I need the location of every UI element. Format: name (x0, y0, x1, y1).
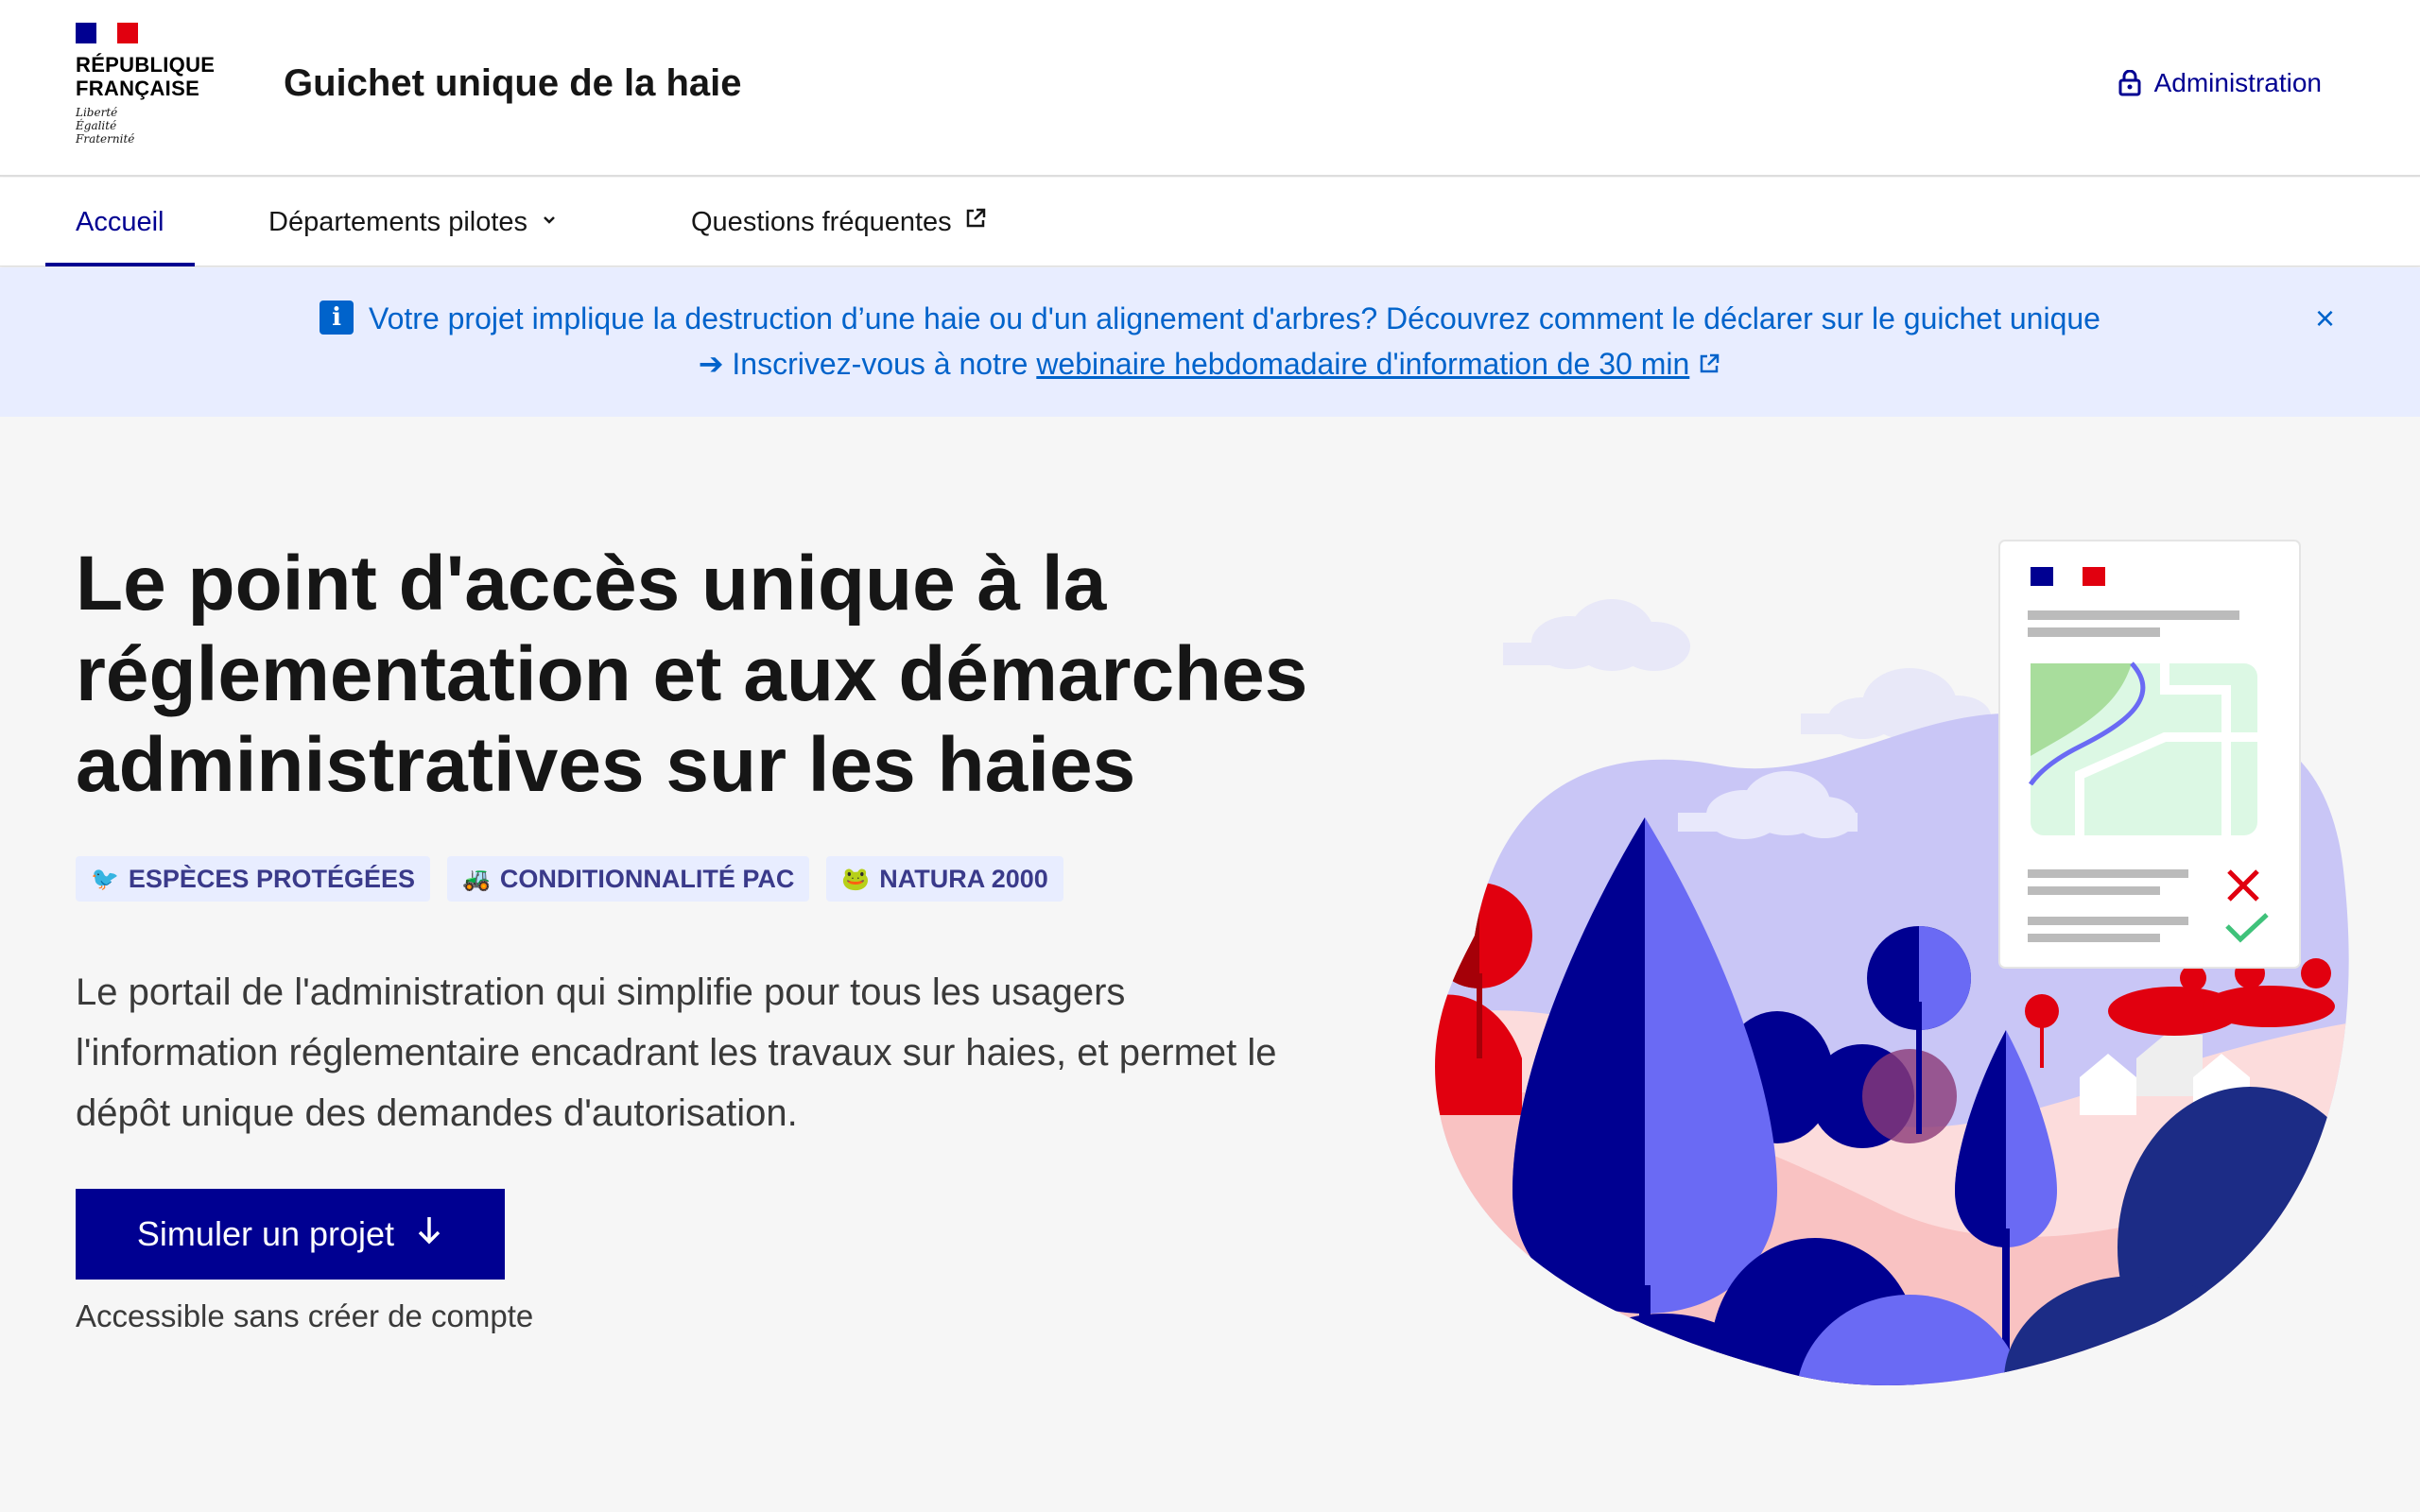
document-card (1998, 540, 2301, 969)
page-title: Le point d'accès unique à la réglementat… (76, 541, 1308, 808)
simuler-projet-button[interactable]: Simuler un projet (76, 1189, 505, 1280)
chevron-down-icon (539, 207, 560, 238)
logo-text: RÉPUBLIQUE FRANÇAISE (76, 53, 216, 100)
administration-label: Administration (2153, 68, 2322, 97)
site-title[interactable]: Guichet unique de la haie (284, 62, 742, 105)
motto-egalite: Égalité (76, 119, 117, 132)
french-flag-icon (76, 23, 138, 43)
lock-icon (2118, 70, 2141, 96)
nav-item-accueil[interactable]: Accueil (45, 178, 194, 266)
tractor-icon: 🚜 (461, 866, 491, 892)
cta-subtitle: Accessible sans créer de compte (76, 1298, 534, 1333)
arrow-down-icon (415, 1214, 443, 1255)
nav-item-label: Départements pilotes (268, 206, 528, 237)
tag-label: CONDITIONNALITÉ PAC (499, 864, 795, 893)
republique-francaise-logo[interactable]: RÉPUBLIQUE FRANÇAISE Liberté Égalité Fra… (76, 23, 236, 164)
administration-link[interactable]: Administration (2118, 68, 2322, 98)
tag-especes-protegees: 🐦 ESPÈCES PROTÉGÉES (76, 856, 430, 902)
topic-tags: 🐦 ESPÈCES PROTÉGÉES 🚜 CONDITIONNALITÉ PA… (76, 856, 1063, 902)
tag-label: NATURA 2000 (879, 864, 1048, 893)
external-link-icon (1697, 343, 1721, 388)
motto-liberte: Liberté (76, 106, 118, 119)
landscape-illustration (1435, 540, 2349, 1385)
tag-label: ESPÈCES PROTÉGÉES (128, 864, 415, 893)
tag-conditionnalite-pac: 🚜 CONDITIONNALITÉ PAC (446, 856, 810, 902)
notice-content: i Votre projet implique la destruction d’… (0, 296, 2420, 388)
bird-icon: 🐦 (91, 866, 119, 892)
webinaire-link-label: webinaire hebdomadaire d'information de … (1036, 347, 1690, 381)
notice-line-2: ➔ Inscrivez-vous à notre webinaire hebdo… (0, 341, 2420, 388)
hero-description: Le portail de l'administration qui simpl… (76, 971, 1277, 1134)
nav-item-departements-pilotes[interactable]: Départements pilotes (268, 178, 560, 266)
tag-natura-2000: 🐸 NATURA 2000 (826, 856, 1063, 902)
external-link-icon (963, 206, 988, 238)
notice-line-1: i Votre projet implique la destruction d’… (0, 296, 2420, 341)
logo-motto: Liberté Égalité Fraternité (76, 106, 236, 146)
webinaire-link[interactable]: webinaire hebdomadaire d'information de … (1036, 347, 1721, 381)
site-header: RÉPUBLIQUE FRANÇAISE Liberté Égalité Fra… (0, 0, 2420, 177)
motto-fraternite: Fraternité (76, 132, 135, 146)
close-notice-button[interactable]: × (2315, 301, 2335, 335)
notice-text: Votre projet implique la destruction d’u… (369, 301, 2100, 335)
cta-label: Simuler un projet (136, 1214, 395, 1253)
nav-item-questions-frequentes[interactable]: Questions fréquentes (691, 178, 988, 266)
info-icon: i (320, 301, 354, 335)
hero-illustration (1418, 529, 2363, 1399)
info-notice-banner: i Votre projet implique la destruction d’… (0, 267, 2420, 417)
nav-item-label: Accueil (76, 206, 164, 237)
notice-prefix: ➔ Inscrivez-vous à notre (698, 347, 1037, 381)
frog-icon: 🐸 (841, 866, 871, 892)
nav-item-label: Questions fréquentes (691, 206, 952, 237)
main-navigation: Accueil Départements pilotes Questions f… (0, 178, 2420, 266)
cloud-icon (1503, 599, 1690, 671)
